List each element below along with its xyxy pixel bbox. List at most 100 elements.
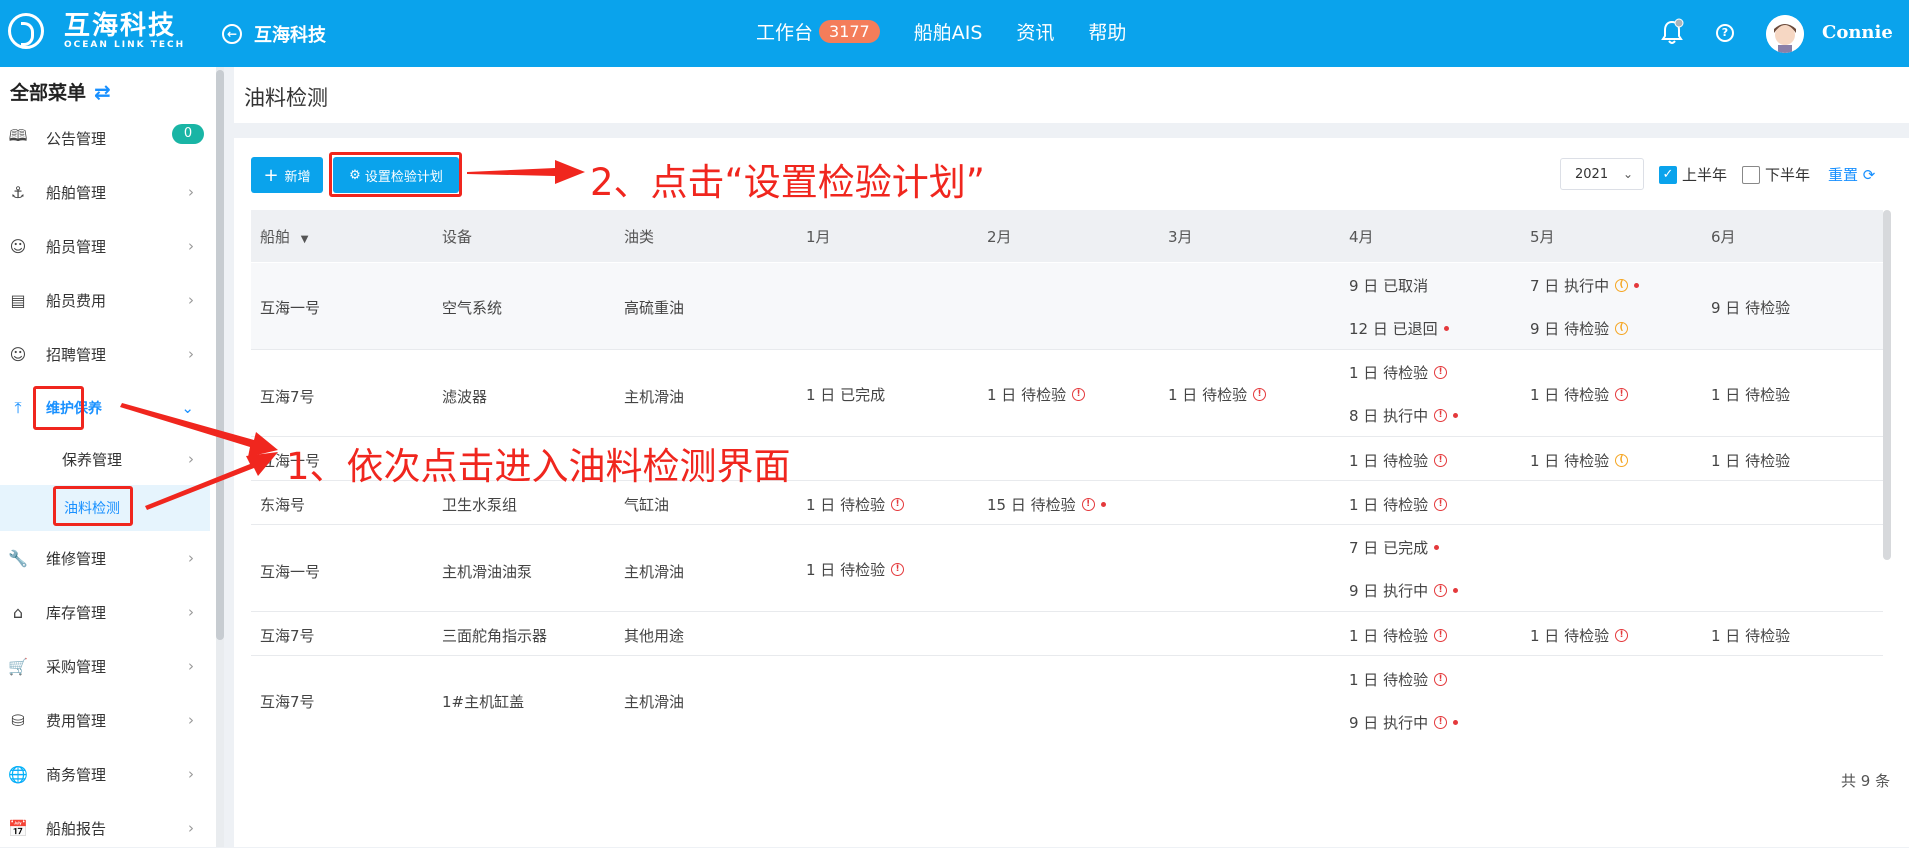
cell-device: 主机滑油油泵	[442, 563, 533, 581]
entry-item[interactable]: 1 日 待检验 (	[1530, 450, 1629, 471]
row-divider	[251, 524, 1883, 525]
entry-item[interactable]: 12 日 已退回	[1349, 318, 1449, 339]
logo[interactable]: 互海科技 OCEAN LINK TECH	[8, 12, 185, 50]
bell-icon[interactable]	[1660, 18, 1684, 46]
alert-icon: !	[1434, 716, 1448, 729]
help-icon[interactable]: ?	[1716, 24, 1734, 42]
status-dot-icon	[1453, 413, 1459, 418]
sort-down-icon[interactable]: ▼	[301, 234, 309, 245]
sidebar-item-crew-cost[interactable]: ▤ 船员费用 ›	[0, 280, 210, 320]
sidebar-item-reports[interactable]: 📅 船舶报告 ›	[0, 808, 210, 848]
add-button[interactable]: + 新增	[251, 157, 323, 193]
chevron-right-icon: ›	[188, 450, 194, 468]
entry-item[interactable]: 8 日 执行中!	[1349, 405, 1459, 426]
entry-item[interactable]: 1 日 待检验	[1711, 625, 1790, 646]
entry-text: 7 日 执行中	[1530, 277, 1610, 295]
annotation-step2: 2、点击“设置检验计划”	[590, 161, 985, 204]
workbench-count-badge: 3177	[819, 20, 880, 43]
entry-item[interactable]: 7 日 执行中 (	[1530, 275, 1640, 296]
sidebar-item-purchase[interactable]: 🛒 采购管理 ›	[0, 646, 210, 686]
sidebar-scroll-thumb[interactable]	[216, 70, 224, 640]
nav-help[interactable]: 帮助	[1088, 18, 1126, 45]
entry-item[interactable]: 9 日 执行中!	[1349, 712, 1459, 733]
status-dot-icon	[1443, 326, 1449, 331]
entry-item[interactable]: 15 日 待检验!	[987, 494, 1106, 515]
sidebar-item-business[interactable]: 🌐 商务管理 ›	[0, 754, 210, 794]
menu-title[interactable]: 全部菜单 ⇄	[10, 78, 111, 105]
sidebar-subitem-upkeep[interactable]: 保养管理 ›	[0, 440, 210, 478]
entry-text: 1 日 待检验	[1711, 386, 1791, 404]
entry-item[interactable]: 1 日 待检验!	[1349, 669, 1448, 690]
logo-subtext: OCEAN LINK TECH	[64, 40, 186, 50]
nav-news[interactable]: 资讯	[1016, 18, 1054, 45]
page-header	[234, 67, 1909, 123]
entry-item[interactable]: 1 日 待检验!	[806, 494, 905, 515]
chevron-right-icon: ›	[188, 549, 194, 567]
alert-icon: !	[1434, 366, 1448, 379]
sidebar-item-inventory[interactable]: ⌂ 库存管理 ›	[0, 592, 210, 632]
entry-item[interactable]: 1 日 待检验	[1711, 384, 1790, 405]
alert-icon: !	[1434, 584, 1448, 597]
avatar[interactable]	[1766, 15, 1804, 53]
cell-oil: 主机滑油	[624, 388, 685, 406]
menu-title-label: 全部菜单	[10, 82, 87, 104]
sidebar-item-ships[interactable]: ⚓ 船舶管理 ›	[0, 172, 210, 212]
swap-icon[interactable]: ⇄	[94, 80, 111, 104]
entry-item[interactable]: 9 日 待检验 (	[1530, 318, 1629, 339]
reset-button[interactable]: 重置 ⟳	[1828, 164, 1875, 185]
sidebar-item-recruit[interactable]: ☺ 招聘管理 ›	[0, 334, 210, 374]
sidebar-item-label: 船舶报告	[46, 819, 107, 838]
entry-item[interactable]: 9 日 执行中!	[1349, 580, 1459, 601]
entry-item[interactable]: 1 日 待检验!	[1530, 384, 1629, 405]
sidebar-subitem-label: 保养管理	[62, 450, 123, 469]
header-jun: 6月	[1711, 228, 1736, 246]
entry-item[interactable]: 1 日 待检验!	[1530, 625, 1629, 646]
entry-item[interactable]: 1 日 待检验	[1711, 450, 1790, 471]
back-arrow-icon: ←	[222, 24, 242, 44]
annotation-box-oil-test	[53, 486, 133, 526]
entry-item[interactable]: 1 日 待检验!	[806, 559, 905, 580]
entry-text: 1 日 待检验	[1711, 627, 1791, 645]
add-button-label: 新增	[284, 169, 311, 185]
top-nav: 工作台 3177 船舶AIS 资讯 帮助	[756, 18, 1160, 45]
entry-item[interactable]: 9 日 已取消	[1349, 275, 1428, 296]
refresh-icon: ⟳	[1862, 166, 1876, 184]
cell-oil: 高硫重油	[624, 299, 685, 317]
entry-item[interactable]: 1 日 已完成	[806, 384, 885, 405]
entry-item[interactable]: 1 日 待检验!	[1349, 362, 1448, 383]
calendar-icon: 📅	[8, 818, 28, 838]
entry-item[interactable]: 1 日 待检验!	[1349, 625, 1448, 646]
sidebar-item-crew[interactable]: ☺ 船员管理 ›	[0, 226, 210, 266]
username[interactable]: Connie	[1822, 22, 1893, 43]
entry-item[interactable]: 9 日 待检验	[1711, 297, 1790, 318]
alert-icon: !	[1434, 673, 1448, 686]
entry-item[interactable]: 1 日 待检验!	[1168, 384, 1267, 405]
entry-item[interactable]: 7 日 已完成	[1349, 537, 1440, 558]
chevron-right-icon: ›	[188, 657, 194, 675]
sidebar-item-repair[interactable]: 🔧 维修管理 ›	[0, 538, 210, 578]
sidebar-item-expense[interactable]: ⛁ 费用管理 ›	[0, 700, 210, 740]
entry-item[interactable]: 1 日 待检验!	[1349, 450, 1448, 471]
annotation-step1: 1、依次点击进入油料检测界面	[286, 445, 791, 488]
alert-icon: !	[1615, 629, 1629, 642]
chevron-right-icon: ›	[188, 183, 194, 201]
nav-workbench-label: 工作台	[756, 22, 814, 44]
table-scrollbar[interactable]	[1883, 210, 1891, 560]
cell-device: 滤波器	[442, 388, 488, 406]
nav-ship-ais[interactable]: 船舶AIS	[914, 18, 983, 45]
first-half-checkbox[interactable]: ✓ 上半年	[1659, 164, 1727, 185]
entry-item[interactable]: 1 日 待检验!	[987, 384, 1086, 405]
back-button[interactable]: ← 互海科技	[222, 21, 326, 47]
status-dot-icon	[1453, 720, 1459, 725]
header-ship[interactable]: 船舶 ▼	[260, 226, 309, 247]
entry-item[interactable]: 1 日 待检验!	[1349, 494, 1448, 515]
page-title: 油料检测	[244, 86, 328, 110]
cell-ship: 互海7号	[260, 693, 315, 711]
second-half-checkbox[interactable]: 下半年	[1742, 164, 1810, 185]
nav-workbench[interactable]: 工作台 3177	[756, 18, 880, 45]
year-select[interactable]: 2021 ⌄	[1560, 158, 1644, 190]
chevron-down-icon: ⌄	[1622, 167, 1633, 181]
cell-device: 空气系统	[442, 299, 503, 317]
entry-text: 9 日 执行中	[1349, 582, 1429, 600]
sidebar-item-maintenance[interactable]: ⤒ 维护保养 ⌄	[0, 388, 210, 428]
